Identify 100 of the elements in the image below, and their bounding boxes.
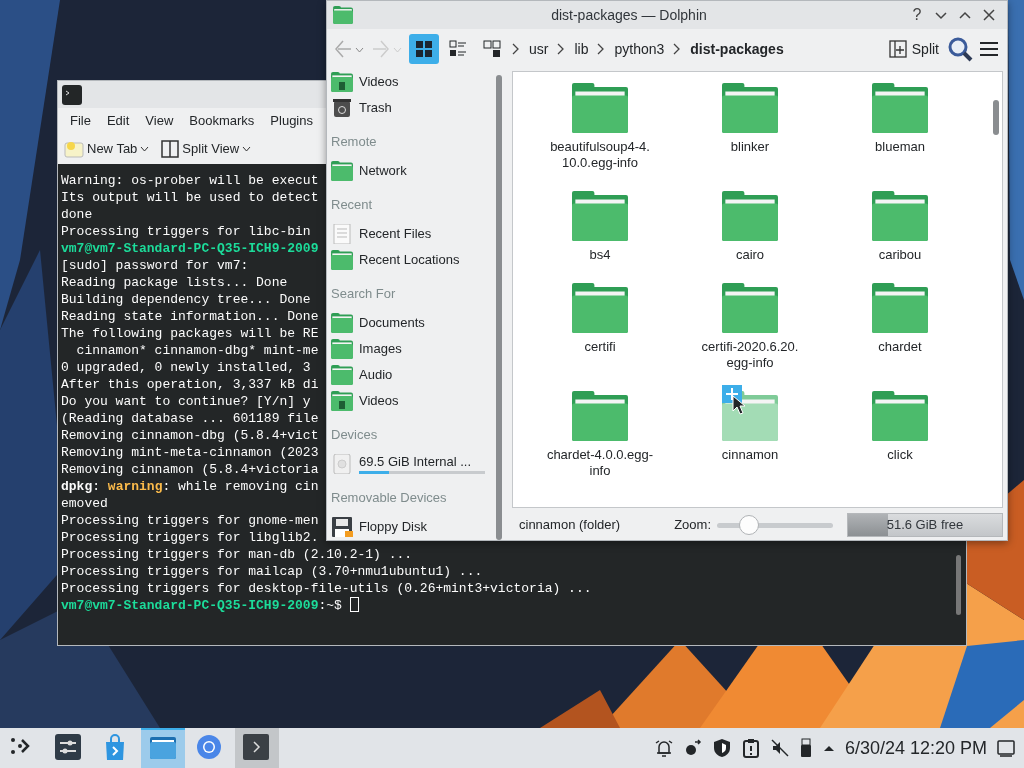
folder-icon: [722, 83, 778, 133]
terminal-line: Its output will be used to detect: [61, 189, 319, 206]
folder-icon: [331, 365, 353, 385]
settings-icon: [55, 734, 83, 762]
folder-item[interactable]: beautifulsoup4-4. 10.0.egg-info: [525, 77, 675, 185]
zoom-slider-handle[interactable]: [739, 515, 760, 535]
new-tab-button[interactable]: New Tab: [62, 137, 152, 161]
video-folder-icon: [331, 72, 353, 92]
caret-icon: [242, 146, 252, 152]
folder-item[interactable]: click: [825, 385, 975, 493]
search-icon[interactable]: [947, 36, 973, 62]
split-button[interactable]: Split: [884, 38, 943, 60]
cursor-icon: [732, 395, 746, 415]
terminal-line: Reading package lists... Done: [61, 274, 288, 291]
folder-icon: [331, 313, 353, 333]
split-view-button[interactable]: Split View: [159, 137, 254, 161]
menu-item[interactable]: Edit: [98, 111, 138, 131]
terminal-line: Do you want to continue? [Y/n] y: [61, 393, 311, 410]
terminal-line: 0 upgraded, 0 newly installed, 3: [61, 359, 311, 376]
sidebar-item[interactable]: Audio: [327, 362, 493, 388]
terminal-line: The following packages will be RE: [61, 325, 319, 342]
terminal-line: Processing triggers for libglib2.: [61, 529, 319, 546]
caret-icon: [140, 146, 150, 152]
sidebar-item[interactable]: Recent Files: [327, 221, 493, 247]
menu-item[interactable]: File: [62, 111, 99, 131]
terminal-line: Processing triggers for gnome-men: [61, 512, 319, 529]
terminal-line: Processing triggers for desktop-file-utils (0.26+mint3+victoria) ...: [61, 580, 592, 597]
section-header: Remote: [330, 132, 378, 151]
breadcrumb-item[interactable]: python3: [610, 38, 669, 60]
folder-icon: [872, 191, 928, 241]
sidebar-item[interactable]: Images: [327, 336, 493, 362]
terminal-line: done: [61, 206, 93, 223]
folder-item[interactable]: chardet-4.0.0.egg- info: [525, 385, 675, 493]
terminal-line: (Reading database ... 601189 file: [61, 410, 319, 427]
bell-icon[interactable]: [653, 738, 674, 758]
breadcrumb-item[interactable]: lib: [570, 38, 593, 60]
terminal-line: Removing cinnamon (5.8.4+victoria: [61, 461, 319, 478]
split-view-icon: [161, 140, 180, 158]
scrollbar-thumb[interactable]: [496, 75, 502, 540]
section-header: Devices: [330, 425, 379, 444]
folder-icon: [572, 283, 628, 333]
terminal-line: dpkg: warning: while removing cin: [61, 478, 319, 495]
sidebar-item[interactable]: Videos: [327, 69, 493, 95]
folder-item[interactable]: caribou: [825, 185, 975, 277]
browser-icon: [196, 734, 224, 762]
terminal-line: Building dependency tree... Done: [61, 291, 311, 308]
folder-icon: [331, 339, 353, 359]
icons-view-button[interactable]: [409, 34, 439, 64]
breadcrumb-item[interactable]: dist-packages: [686, 38, 788, 60]
clipboard-icon[interactable]: [740, 738, 761, 758]
terminal-line: Removing cinnamon-dbg (5.8.4+vict: [61, 427, 319, 444]
menu-item[interactable]: View: [137, 111, 182, 131]
muted-speaker-icon[interactable]: [769, 738, 790, 758]
folder-icon: [572, 191, 628, 241]
folder-item[interactable]: cinnamon: [675, 385, 825, 493]
section-header: Search For: [330, 284, 397, 303]
folder-icon: [872, 83, 928, 133]
sidebar-item[interactable]: Recent Locations: [327, 247, 493, 273]
tree-view-icon: [483, 40, 501, 58]
text-cursor: [349, 597, 359, 612]
breadcrumb-item[interactable]: usr: [525, 38, 553, 60]
terminal-line: Processing triggers for man-db (2.10.2-1) ...: [61, 546, 413, 563]
taskbar-button[interactable]: [235, 728, 279, 768]
terminal-line: cinnamon* cinnamon-dbg* mint-me: [75, 342, 319, 359]
sidebar-item[interactable]: Videos: [327, 388, 493, 414]
sidebar-item[interactable]: Documents: [327, 310, 493, 336]
chevron-icon: [511, 42, 521, 56]
drive-icon: [331, 454, 353, 474]
folder-item[interactable]: cairo: [675, 185, 825, 277]
new-tab-icon: [64, 140, 84, 158]
usb-drive-icon[interactable]: [798, 738, 813, 758]
folder-icon: [722, 191, 778, 241]
folder-item[interactable]: blinker: [675, 77, 825, 185]
shield-icon[interactable]: [711, 738, 732, 758]
folder-icon: [572, 391, 628, 441]
trash-icon: [331, 98, 353, 118]
menu-item[interactable]: Bookmarks: [181, 111, 263, 131]
terminal-line: vm7@vm7-Standard-PC-Q35-ICH9-2009:~$: [61, 597, 359, 614]
folder-item[interactable]: certifi-2020.6.20. egg-info: [675, 277, 825, 385]
menu-item[interactable]: Plugins: [262, 111, 321, 131]
scrollbar-thumb[interactable]: [956, 555, 961, 615]
taskbar-button[interactable]: [141, 728, 185, 768]
show-desktop-icon[interactable]: [996, 738, 1016, 758]
section-header: Recent: [330, 195, 374, 214]
folder-item[interactable]: certifi: [525, 277, 675, 385]
help-button[interactable]: ?: [905, 4, 929, 26]
sidebar-item[interactable]: Network: [327, 158, 493, 184]
sidebar-item[interactable]: Floppy Disk: [327, 514, 493, 540]
details-view-icon: [449, 40, 467, 58]
terminal-line: Reading state information... Done: [61, 308, 319, 325]
terminal-line: emoved: [61, 495, 108, 512]
zoom-label: Zoom:: [674, 516, 711, 535]
sidebar-item[interactable]: Trash: [327, 95, 493, 121]
terminal-line: Warning: os-prober will be execut: [61, 172, 319, 189]
folder-item[interactable]: bs4: [525, 185, 675, 277]
folder-item[interactable]: blueman: [825, 77, 975, 185]
folder-item[interactable]: chardet: [825, 277, 975, 385]
clock[interactable]: 6/30/24 12:20 PM: [844, 734, 987, 762]
sidebar-item[interactable]: 69.5 GiB Internal ...: [359, 454, 485, 469]
scrollbar-thumb[interactable]: [993, 100, 999, 135]
